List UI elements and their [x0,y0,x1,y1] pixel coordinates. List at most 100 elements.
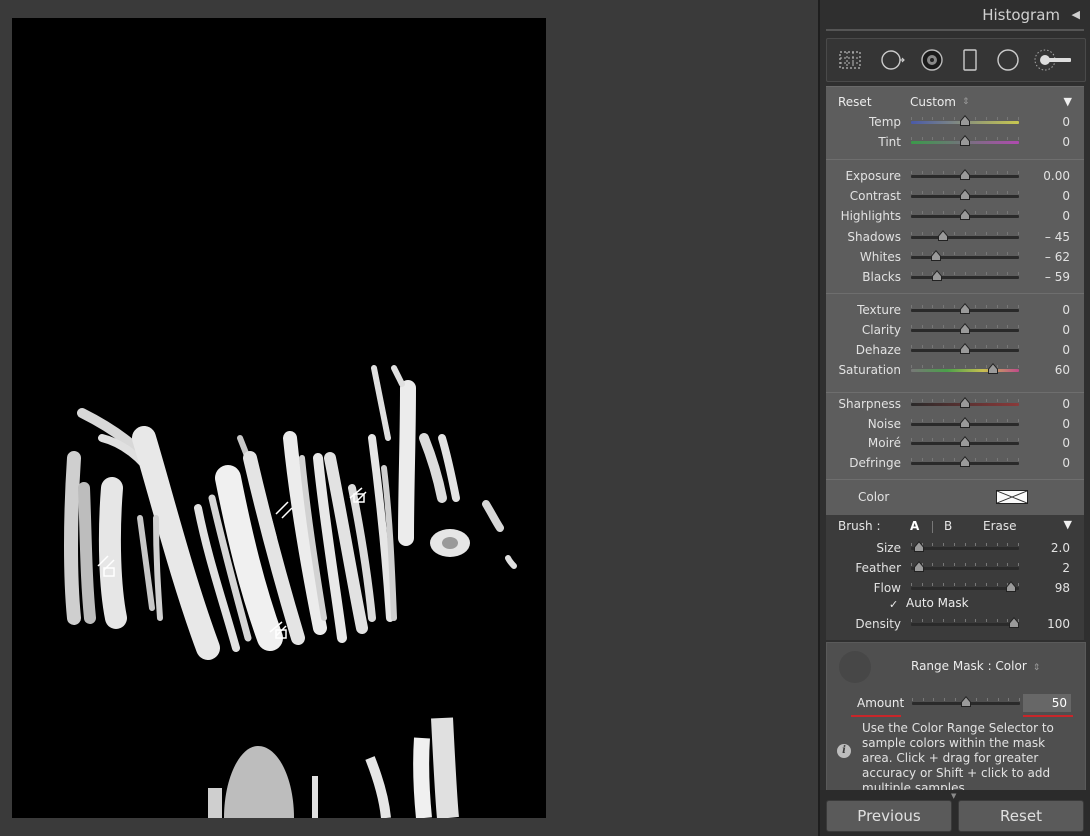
crop-overlay-icon[interactable] [837,47,863,73]
shadows-slider-thumb[interactable] [937,230,949,242]
feather-value[interactable]: 2 [1062,561,1070,575]
spot-removal-icon[interactable] [879,47,905,73]
brush-erase-tab[interactable]: Erase [983,519,1017,533]
temp-slider[interactable] [911,115,1019,126]
effect-reset-link[interactable]: Reset [838,95,872,109]
flow-slider-thumb[interactable] [1005,581,1017,593]
color-swatch[interactable] [996,490,1028,504]
histogram-title[interactable]: Histogram [982,6,1060,24]
amount-slider[interactable] [912,696,1020,707]
clarity-slider-thumb[interactable] [959,323,971,335]
contrast-value[interactable]: 0 [1062,189,1070,203]
highlights-slider-thumb[interactable] [959,209,971,221]
dehaze-slider-thumb[interactable] [959,343,971,355]
whites-slider[interactable] [911,250,1019,261]
brush-header: Brush : A B Erase ▼ [826,518,1084,537]
whites-slider-thumb[interactable] [930,250,942,262]
brush-a-tab[interactable]: A [910,519,919,533]
amount-slider-thumb[interactable] [960,696,972,708]
range-mask-label: Range Mask : Color [911,659,1027,673]
moir-value[interactable]: 0 [1062,436,1070,450]
defringe-slider[interactable] [911,456,1019,467]
moir-slider[interactable] [911,436,1019,447]
slider-tick [975,191,977,194]
dehaze-value[interactable]: 0 [1062,343,1070,357]
defringe-slider-thumb[interactable] [959,456,971,468]
slider-tick [953,399,955,402]
slider-tick [1007,438,1009,441]
density-slider[interactable] [911,617,1019,628]
tint-slider-thumb[interactable] [959,135,971,147]
auto-mask-checkbox[interactable]: ✓ Auto Mask [889,596,969,610]
density-value[interactable]: 100 [1047,617,1070,631]
whites-value[interactable]: – 62 [1045,250,1070,264]
texture-slider-thumb[interactable] [959,303,971,315]
adjustment-brush-icon[interactable] [1033,47,1075,73]
exposure-slider-thumb[interactable] [959,169,971,181]
size-slider-thumb[interactable] [913,541,925,553]
range-mask-select[interactable]: Range Mask : Color ⇕ [911,659,1040,673]
tint-value[interactable]: 0 [1062,135,1070,149]
reset-button[interactable]: Reset [958,800,1084,832]
sharpness-slider-thumb[interactable] [959,397,971,409]
shadows-slider[interactable] [911,230,1019,241]
flow-slider[interactable] [911,581,1019,592]
sharpness-value[interactable]: 0 [1062,397,1070,411]
size-value[interactable]: 2.0 [1051,541,1070,555]
noise-value[interactable]: 0 [1062,417,1070,431]
blacks-slider-thumb[interactable] [931,270,943,282]
size-slider[interactable] [911,541,1019,552]
moir-slider-thumb[interactable] [959,436,971,448]
red-eye-icon[interactable] [919,47,945,73]
noise-slider[interactable] [911,417,1019,428]
saturation-slider[interactable] [911,363,1019,374]
saturation-slider-thumb[interactable] [987,363,999,375]
highlights-label: Highlights [840,209,901,223]
previous-button[interactable]: Previous [826,800,952,832]
feather-slider-thumb[interactable] [913,561,925,573]
saturation-value[interactable]: 60 [1055,363,1070,377]
sharpness-slider[interactable] [911,397,1019,408]
slider-tick [911,191,912,194]
texture-value[interactable]: 0 [1062,303,1070,317]
tint-slider[interactable] [911,135,1019,146]
highlights-slider[interactable] [911,209,1019,220]
defringe-value[interactable]: 0 [1062,456,1070,470]
checkmark-icon[interactable]: ✓ [889,599,900,610]
slider-tick [1018,563,1019,566]
density-slider-thumb[interactable] [1008,617,1020,629]
triangle-down-icon[interactable]: ▼ [1064,95,1072,108]
dehaze-slider[interactable] [911,343,1019,354]
slider-tick [953,117,955,120]
slider-tick [1018,232,1019,235]
color-sampler-swatch[interactable] [839,651,871,683]
triangle-down-icon[interactable]: ▼ [1064,518,1072,531]
radial-filter-icon[interactable] [995,47,1021,73]
noise-slider-thumb[interactable] [959,417,971,429]
clarity-slider[interactable] [911,323,1019,334]
temp-value[interactable]: 0 [1062,115,1070,129]
blacks-value[interactable]: – 59 [1045,270,1070,284]
slider-tick [943,419,945,422]
brush-b-tab[interactable]: B [944,519,952,533]
updown-arrow-icon[interactable]: ⇕ [962,97,970,107]
exposure-value[interactable]: 0.00 [1043,169,1070,183]
mask-preview-image[interactable] [12,18,546,818]
amount-field[interactable]: 50 [1023,694,1071,712]
triangle-down-icon[interactable]: ▼ [951,792,956,800]
shadows-value[interactable]: – 45 [1045,230,1070,244]
exposure-slider[interactable] [911,169,1019,180]
slider-tick [932,365,934,368]
contrast-slider[interactable] [911,189,1019,200]
clarity-value[interactable]: 0 [1062,323,1070,337]
feather-slider[interactable] [911,561,1019,572]
effect-preset-select[interactable]: Custom [910,95,956,109]
graduated-filter-icon[interactable] [957,47,983,73]
temp-slider-thumb[interactable] [959,115,971,127]
triangle-left-icon[interactable]: ◀ [1072,8,1080,21]
blacks-slider[interactable] [911,270,1019,281]
highlights-value[interactable]: 0 [1062,209,1070,223]
flow-value[interactable]: 98 [1055,581,1070,595]
contrast-slider-thumb[interactable] [959,189,971,201]
texture-slider[interactable] [911,303,1019,314]
